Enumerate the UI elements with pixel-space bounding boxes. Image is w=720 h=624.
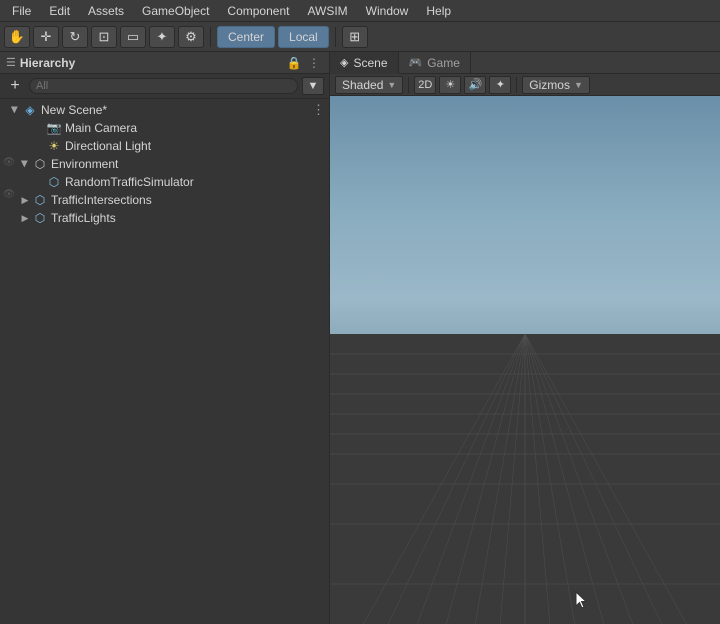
pivot-local-label: Local bbox=[289, 30, 318, 44]
menu-gameobject[interactable]: GameObject bbox=[134, 2, 217, 20]
custom-editor-tool-btn[interactable]: ⚙ bbox=[178, 26, 204, 48]
rect-tool-btn[interactable]: ▭ bbox=[120, 26, 146, 48]
shading-mode-dropdown[interactable]: Shaded ▼ bbox=[335, 76, 403, 94]
move-tool-btn[interactable]: ✛ bbox=[33, 26, 59, 48]
hierarchy-search-bar: + ▼ bbox=[0, 74, 329, 99]
scene-arrow-icon: ▶ bbox=[8, 103, 22, 117]
environment-label: Environment bbox=[51, 157, 118, 171]
game-tab-icon: 🎮 bbox=[409, 56, 423, 69]
scene-2d-label: 2D bbox=[418, 79, 432, 91]
scene-label: New Scene* bbox=[41, 103, 107, 117]
menu-bar: File Edit Assets GameObject Component AW… bbox=[0, 0, 720, 22]
scene-panel: ◈ Scene 🎮 Game Shaded ▼ 2D ☀ 🔊 ✦ Gizmo bbox=[330, 52, 720, 624]
game-tab-label: Game bbox=[427, 56, 460, 70]
gizmos-arrow-icon: ▼ bbox=[574, 80, 583, 90]
random-traffic-label: RandomTrafficSimulator bbox=[65, 175, 194, 189]
random-traffic-icon: ⬡ bbox=[46, 174, 62, 190]
hierarchy-header: ☰ Hierarchy 🔒 ⋮ bbox=[0, 52, 329, 74]
pivot-local-btn[interactable]: Local bbox=[278, 26, 329, 48]
gizmos-dropdown[interactable]: Gizmos ▼ bbox=[522, 76, 590, 94]
hierarchy-tree-view: ▶ ◈ New Scene* ⋮ 📷 Main Camera ☀ Directi… bbox=[0, 99, 329, 624]
menu-component[interactable]: Component bbox=[219, 2, 297, 20]
menu-window[interactable]: Window bbox=[358, 2, 417, 20]
hierarchy-panel: ☰ Hierarchy 🔒 ⋮ + ▼ ▶ ◈ New Scene* ⋮ bbox=[0, 52, 330, 624]
toolbar: ✋ ✛ ↻ ⊡ ▭ ✦ ⚙ Center Local ⊞ bbox=[0, 22, 720, 52]
menu-file[interactable]: File bbox=[4, 2, 39, 20]
shading-mode-label: Shaded bbox=[342, 78, 383, 92]
tab-scene[interactable]: ◈ Scene bbox=[330, 52, 399, 74]
hierarchy-traffic-lights-item[interactable]: ▶ ⬡ TrafficLights bbox=[0, 209, 329, 227]
scene-icon: ◈ bbox=[22, 102, 38, 118]
scene-toolbar: Shaded ▼ 2D ☀ 🔊 ✦ Gizmos ▼ bbox=[330, 74, 720, 96]
traffic-lights-label: TrafficLights bbox=[51, 211, 116, 225]
scale-tool-btn[interactable]: ⊡ bbox=[91, 26, 117, 48]
main-layout: ☰ Hierarchy 🔒 ⋮ + ▼ ▶ ◈ New Scene* ⋮ bbox=[0, 52, 720, 624]
menu-edit[interactable]: Edit bbox=[41, 2, 78, 20]
traffic-intersections-arrow-icon: ▶ bbox=[18, 193, 32, 207]
scene-lighting-btn[interactable]: ☀ bbox=[439, 76, 461, 94]
scene-grid bbox=[330, 334, 720, 624]
light-icon: ☀ bbox=[46, 138, 62, 154]
tab-game[interactable]: 🎮 Game bbox=[399, 52, 471, 74]
scene-tab-icon: ◈ bbox=[340, 56, 348, 69]
menu-awsim[interactable]: AWSIM bbox=[299, 2, 355, 20]
scene-tabs-bar: ◈ Scene 🎮 Game bbox=[330, 52, 720, 74]
scene-options-icon[interactable]: ⋮ bbox=[312, 102, 325, 118]
hierarchy-add-btn[interactable]: + bbox=[5, 77, 25, 95]
shading-mode-arrow-icon: ▼ bbox=[387, 80, 396, 90]
pivot-center-btn[interactable]: Center bbox=[217, 26, 275, 48]
hierarchy-lock-btn[interactable]: 🔒 bbox=[285, 54, 303, 72]
transform-tool-btn[interactable]: ✦ bbox=[149, 26, 175, 48]
hierarchy-side-icon-2: 👁 bbox=[2, 187, 16, 201]
pivot-center-label: Center bbox=[228, 30, 264, 44]
environment-arrow-icon: ▶ bbox=[18, 157, 32, 171]
hierarchy-options-btn[interactable]: ⋮ bbox=[305, 54, 323, 72]
hierarchy-environment-item[interactable]: ▶ ⬡ Environment bbox=[0, 155, 329, 173]
traffic-intersections-icon: ⬡ bbox=[32, 192, 48, 208]
toolbar-separator-2 bbox=[335, 27, 336, 47]
main-camera-label: Main Camera bbox=[65, 121, 137, 135]
gizmos-label: Gizmos bbox=[529, 78, 570, 92]
hierarchy-directional-light-item[interactable]: ☀ Directional Light bbox=[0, 137, 329, 155]
environment-icon: ⬡ bbox=[32, 156, 48, 172]
hierarchy-random-traffic-item[interactable]: ⬡ RandomTrafficSimulator bbox=[0, 173, 329, 191]
menu-help[interactable]: Help bbox=[418, 2, 459, 20]
hand-tool-btn[interactable]: ✋ bbox=[4, 26, 30, 48]
rotate-tool-btn[interactable]: ↻ bbox=[62, 26, 88, 48]
hierarchy-title: Hierarchy bbox=[20, 56, 75, 70]
camera-icon: 📷 bbox=[46, 120, 62, 136]
scene-grid-svg bbox=[330, 334, 720, 624]
menu-assets[interactable]: Assets bbox=[80, 2, 132, 20]
hierarchy-panel-icon: ☰ bbox=[6, 56, 16, 69]
hierarchy-main-camera-item[interactable]: 📷 Main Camera bbox=[0, 119, 329, 137]
scene-2d-btn[interactable]: 2D bbox=[414, 76, 436, 94]
scene-audio-btn[interactable]: 🔊 bbox=[464, 76, 486, 94]
traffic-lights-icon: ⬡ bbox=[32, 210, 48, 226]
directional-light-label: Directional Light bbox=[65, 139, 151, 153]
grid-btn[interactable]: ⊞ bbox=[342, 26, 368, 48]
scene-toolbar-sep-2 bbox=[516, 77, 517, 93]
hierarchy-traffic-intersections-item[interactable]: ▶ ⬡ TrafficIntersections bbox=[0, 191, 329, 209]
hierarchy-scene-item[interactable]: ▶ ◈ New Scene* ⋮ bbox=[0, 101, 329, 119]
scene-toolbar-sep-1 bbox=[408, 77, 409, 93]
scene-view[interactable] bbox=[330, 96, 720, 624]
scene-tab-label: Scene bbox=[353, 56, 387, 70]
traffic-lights-arrow-icon: ▶ bbox=[18, 211, 32, 225]
scene-effects-btn[interactable]: ✦ bbox=[489, 76, 511, 94]
traffic-intersections-label: TrafficIntersections bbox=[51, 193, 152, 207]
toolbar-separator-1 bbox=[210, 27, 211, 47]
hierarchy-side-icon-1: 👁 bbox=[2, 155, 16, 169]
hierarchy-filter-btn[interactable]: ▼ bbox=[302, 77, 324, 95]
hierarchy-search-input[interactable] bbox=[29, 78, 298, 94]
